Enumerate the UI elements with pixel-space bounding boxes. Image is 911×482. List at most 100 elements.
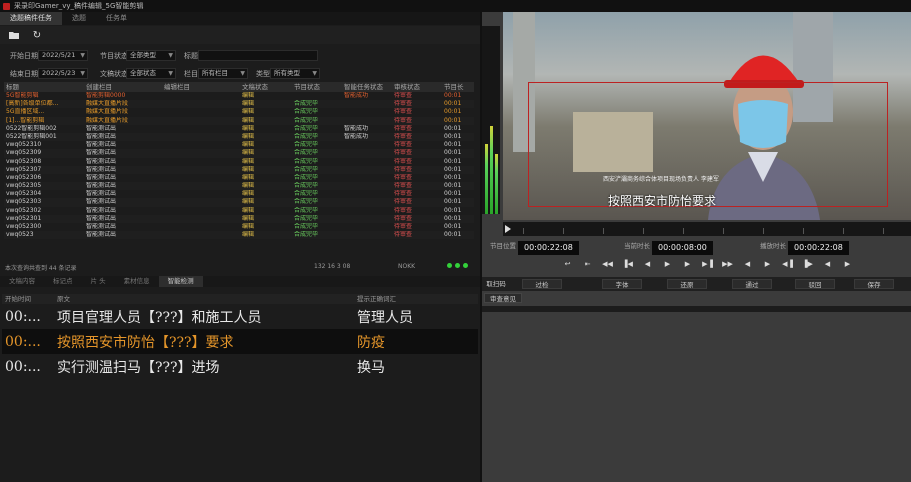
table-row[interactable]: vwq052307 智能测试出 编辑 合成完毕 待审查 00:01 xyxy=(4,165,474,174)
go-start-icon[interactable]: ▐◀ xyxy=(620,258,635,270)
play-icon[interactable]: ▶ xyxy=(660,258,675,270)
prev-frame-icon[interactable]: ◀◀ xyxy=(600,258,615,270)
doc-status-label: 文稿状态 xyxy=(100,70,128,78)
status-bar: 本次查询共查到 44 条记录 132 16 3 08 NOKK xyxy=(0,262,480,272)
header-creator[interactable]: 创建栏目 xyxy=(84,82,162,92)
tab-header[interactable]: 片 头 xyxy=(82,276,115,287)
chevron-down-icon: ▼ xyxy=(168,52,173,59)
row-editor xyxy=(162,125,240,133)
tab-tasks[interactable]: 选题稿件任务 xyxy=(0,12,62,25)
table-row[interactable]: vwq052302 智能测试出 编辑 合成完毕 待审查 00:01 xyxy=(4,207,474,215)
row-editor xyxy=(162,166,240,174)
table-row[interactable]: 0522智能剪辑001 智能测试出 编辑 合成完毕 智能成功 待审查 00:01 xyxy=(4,132,474,142)
tab-smart-check[interactable]: 智能检测 xyxy=(158,276,203,287)
save-button[interactable]: 保存 xyxy=(854,279,894,289)
subtitle-row-selected[interactable]: 00:... 按照西安市防怡【???】要求 防疫 xyxy=(2,329,478,354)
pass-button[interactable]: 通过 xyxy=(732,279,772,289)
bottom-tabs: 文稿内容 标记点 片 头 素材信息 智能检测 xyxy=(0,276,480,287)
table-row[interactable]: [高新]各级单位都... 融媒大直播片段 编辑 合成完毕 待审查 00:01 xyxy=(4,100,474,109)
header-length[interactable]: 节目长 xyxy=(442,82,472,92)
row-title: 5G智能剪辑 xyxy=(6,92,39,99)
subtitle-row[interactable]: 00:... 实行测温扫马【???】进场 换马 xyxy=(2,354,478,379)
row-doc-status: 编辑 xyxy=(242,173,255,181)
tab-markers[interactable]: 标记点 xyxy=(44,276,82,287)
check-button[interactable]: 过检 xyxy=(522,279,562,289)
subtitle-row[interactable]: 00:... 项目官理人员【???】和施工人员 管理人员 xyxy=(2,304,478,329)
subtitle-check-list: 开始时间 原文 提示正确词汇 00:... 项目官理人员【???】和施工人员 管… xyxy=(2,294,478,478)
table-row[interactable]: 0522智能剪辑002 智能测试出 编辑 合成完毕 智能成功 待审查 00:01 xyxy=(4,125,474,133)
mark-timecode[interactable]: 00:00:08:00 xyxy=(652,241,713,255)
table-row[interactable]: vwq052305 智能测试出 编辑 合成完毕 待审查 00:01 xyxy=(4,182,474,191)
table-row[interactable]: vwq052310 智能测试出 编辑 合成完毕 待审查 00:01 xyxy=(4,141,474,149)
table-row[interactable]: vwq052301 智能测试出 编辑 合成完毕 待审查 00:01 xyxy=(4,214,474,223)
row-length: 00:01 xyxy=(444,92,462,99)
next-frame-icon[interactable]: ▶▶ xyxy=(720,258,735,270)
font-button[interactable]: 字体 xyxy=(602,279,642,289)
tab-material-info[interactable]: 素材信息 xyxy=(115,276,159,287)
header-editor[interactable]: 编辑栏目 xyxy=(162,82,240,92)
duration-label: 播放时长 xyxy=(760,242,786,250)
header-doc-status[interactable]: 文稿状态 xyxy=(240,82,292,92)
mark-in-icon[interactable]: ◀ xyxy=(740,258,755,270)
next-icon[interactable]: ▶ xyxy=(840,258,855,270)
table-row[interactable]: [1]...智能剪辑 融媒大直播片段 编辑 合成完毕 待审查 00:01 xyxy=(4,116,474,125)
table-row[interactable]: vwq052300 智能测试出 编辑 合成完毕 待审查 00:01 xyxy=(4,223,474,231)
doc-status-select[interactable]: 全部状态 ▼ xyxy=(126,68,176,79)
row-smart-status xyxy=(342,149,392,157)
folder-icon[interactable] xyxy=(5,28,23,42)
table-row[interactable]: vwq052304 智能测试出 编辑 合成完毕 待审查 00:01 xyxy=(4,190,474,198)
program-status-select[interactable]: 全部类型 ▼ xyxy=(126,50,176,61)
row-editor xyxy=(162,223,240,231)
review-opinion-button[interactable]: 审查意见 xyxy=(484,293,522,303)
position-timecode[interactable]: 00:00:22:08 xyxy=(518,241,579,255)
title-filter-input[interactable] xyxy=(198,50,318,61)
type-select[interactable]: 所有类型 ▼ xyxy=(270,68,320,79)
title-bar: 采录印Gamer_vy_稿件编辑_5G智能剪辑 xyxy=(0,0,911,12)
duration-timecode[interactable]: 00:00:22:08 xyxy=(788,241,849,255)
table-row[interactable]: vwq052308 智能测试出 编辑 合成完毕 待审查 00:01 xyxy=(4,158,474,166)
tab-doc-content[interactable]: 文稿内容 xyxy=(0,276,44,287)
step-back-icon[interactable]: ⇤ xyxy=(580,258,595,270)
header-smart-status[interactable]: 智能任务状态 xyxy=(342,82,392,92)
column-select[interactable]: 所有栏目 ▼ xyxy=(198,68,248,79)
row-smart-status xyxy=(342,100,392,108)
row-title: vwq0523 xyxy=(6,231,34,239)
timeline[interactable] xyxy=(503,222,911,236)
table-row[interactable]: 5G直播区域... 融媒大直播片段 编辑 合成完毕 待审查 00:01 xyxy=(4,108,474,116)
header-title[interactable]: 标题 xyxy=(4,82,84,92)
goto-in-icon[interactable]: ◀▐ xyxy=(780,258,795,270)
take-button[interactable]: 取扫码 xyxy=(486,279,506,289)
end-date-field[interactable]: 2022/5/23 ▼ xyxy=(38,68,88,79)
refresh-icon[interactable]: ↻ xyxy=(28,28,46,42)
row-smart-status xyxy=(342,166,392,174)
row-editor xyxy=(162,174,240,182)
forward-icon[interactable]: ▶ xyxy=(680,258,695,270)
table-row[interactable]: vwq052306 智能测试出 编辑 合成完毕 待审查 00:01 xyxy=(4,174,474,182)
row-doc-status: 编辑 xyxy=(242,206,255,214)
table-row[interactable]: vwq052309 智能测试出 编辑 合成完毕 待审查 00:01 xyxy=(4,149,474,158)
tab-tasklist[interactable]: 任务单 xyxy=(96,12,137,25)
goto-out-icon[interactable]: ▐▶ xyxy=(800,258,815,270)
mark-out-icon[interactable]: ▶ xyxy=(760,258,775,270)
table-row[interactable]: vwq052303 智能测试出 编辑 合成完毕 待审查 00:01 xyxy=(4,198,474,207)
go-end-icon[interactable]: ▶▐ xyxy=(700,258,715,270)
header-program-status[interactable]: 节目状态 xyxy=(292,82,342,92)
loop-icon[interactable]: ↩ xyxy=(560,258,575,270)
restore-button[interactable]: 还原 xyxy=(667,279,707,289)
table-row[interactable]: vwq0523 智能测试出 编辑 合成完毕 待审查 00:01 xyxy=(4,231,474,240)
row-creator: 智能测试出 xyxy=(86,231,117,239)
reject-button[interactable]: 驳回 xyxy=(795,279,835,289)
start-date-field[interactable]: 2022/5/21 ▼ xyxy=(38,50,88,61)
row-length: 00:01 xyxy=(444,190,462,198)
row-review-status: 待审查 xyxy=(394,132,413,140)
row-editor xyxy=(162,207,240,215)
header-review-status[interactable]: 审核状态 xyxy=(392,82,442,92)
row-program-status: 合成完毕 xyxy=(294,173,319,181)
rewind-icon[interactable]: ◀ xyxy=(640,258,655,270)
safe-area-box xyxy=(528,82,888,207)
playhead-icon[interactable] xyxy=(505,225,511,233)
video-preview[interactable]: 西安浐灞商务综合体项目现场负责人 李建军 按照西安市防怡要求 xyxy=(503,12,911,220)
tab-topics[interactable]: 选题 xyxy=(62,12,96,25)
prev-icon[interactable]: ◀ xyxy=(820,258,835,270)
table-row[interactable]: 5G智能剪辑 智能剪辑0000 编辑 智能成功 待审查 00:01 xyxy=(4,92,474,100)
